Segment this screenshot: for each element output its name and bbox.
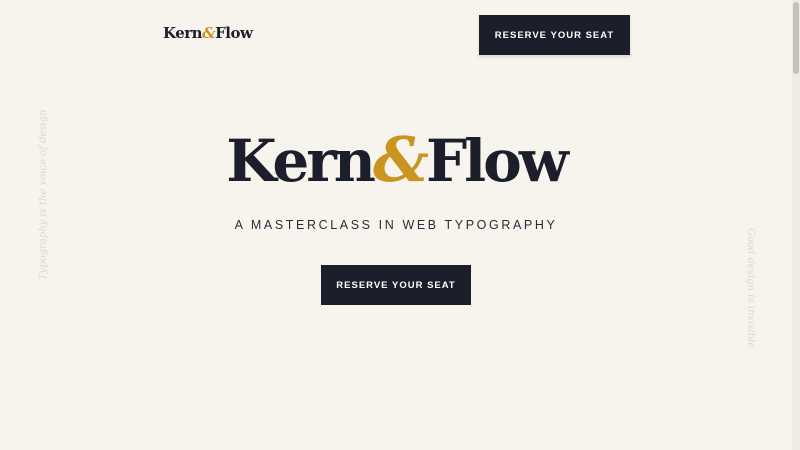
side-text-right: Good design is invisible (745, 228, 756, 349)
scrollbar-thumb[interactable] (793, 2, 799, 74)
hero-logo-ampersand: & (372, 123, 429, 196)
header-reserve-seat-button[interactable]: RESERVE YOUR SEAT (479, 15, 630, 55)
hero-tagline: A MASTERCLASS IN WEB TYPOGRAPHY (234, 218, 558, 232)
vertical-scrollbar[interactable] (792, 0, 800, 450)
header-logo[interactable]: Kern&Flow (163, 24, 253, 42)
hero-logo-text-left: Kern (226, 127, 376, 195)
header-logo-ampersand: & (202, 24, 216, 42)
header-logo-text-left: Kern (163, 24, 203, 42)
hero-logo: Kern&Flow (0, 120, 792, 201)
site-header: Kern&Flow RESERVE YOUR SEAT (0, 0, 792, 70)
hero-reserve-seat-button[interactable]: RESERVE YOUR SEAT (321, 265, 471, 305)
page: Kern&Flow RESERVE YOUR SEAT Typography i… (0, 0, 792, 450)
header-logo-text-right: Flow (215, 24, 253, 42)
hero-logo-text-right: Flow (425, 127, 569, 195)
